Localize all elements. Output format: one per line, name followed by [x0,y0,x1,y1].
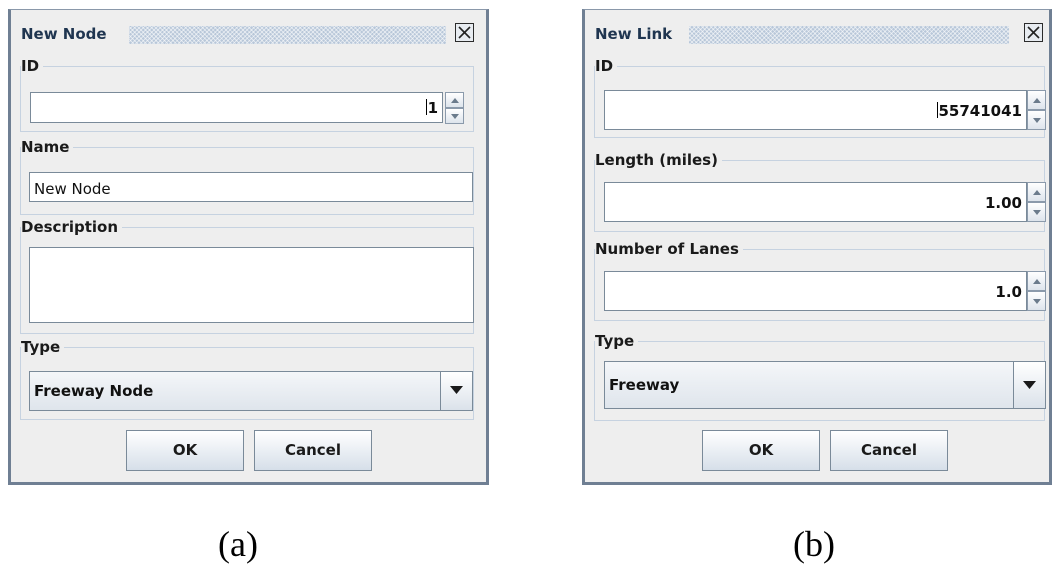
close-icon [458,26,471,39]
spin-up-button[interactable] [445,92,464,108]
triangle-down-icon [450,386,463,394]
chevron-up-icon [1033,190,1041,195]
lanes-value: 1.0 [995,283,1022,301]
spin-up-button[interactable] [1027,90,1046,110]
description-group: Description [20,217,474,334]
dialog-title: New Link [595,25,673,43]
spin-up-button[interactable] [1027,271,1046,291]
close-button[interactable] [455,23,474,42]
id-spinner-buttons [445,92,464,124]
name-value: New Node [34,180,111,198]
caption-b: (b) [793,524,835,564]
type-selected-value: Freeway Node [34,382,154,400]
description-label: Description [21,217,123,237]
spin-down-button[interactable] [445,108,464,124]
type-group: Type Freeway [594,331,1046,421]
spin-up-button[interactable] [1027,182,1046,202]
text-caret [936,102,938,118]
spin-down-button[interactable] [1027,291,1046,311]
length-value: 1.00 [984,194,1022,212]
spin-down-button[interactable] [1027,110,1046,130]
chevron-down-icon [451,114,459,119]
ok-button[interactable]: OK [702,430,820,471]
type-dropdown[interactable]: Freeway Node [29,371,473,411]
id-spinner-buttons [1027,90,1046,130]
lanes-group: Number of Lanes 1.0 [594,239,1046,321]
dropdown-arrow-button[interactable] [1013,362,1045,408]
name-label: Name [21,137,74,157]
chevron-down-icon [1033,210,1041,215]
lanes-label: Number of Lanes [595,239,743,259]
text-caret [425,99,427,115]
length-spinner-buttons [1027,182,1046,222]
id-label: ID [595,56,618,76]
id-value: 55741041 [938,102,1023,120]
length-spinner-input[interactable]: 1.00 [604,182,1027,222]
chevron-up-icon [451,98,459,103]
description-textarea[interactable] [29,247,474,323]
new-link-dialog: New Link ID 55741041 Length (miles) 1.00 [582,9,1052,485]
close-icon [1027,26,1040,39]
length-group: Length (miles) 1.00 [594,150,1046,232]
length-label: Length (miles) [595,150,722,170]
dialog-title: New Node [21,25,107,43]
id-spinner-input[interactable]: 1 [30,92,443,123]
name-input[interactable]: New Node [29,172,473,202]
id-spinner-input[interactable]: 55741041 [604,90,1027,130]
id-value: 1 [427,99,438,117]
title-bar[interactable]: New Node [11,10,486,54]
type-label: Type [21,337,65,357]
spin-down-button[interactable] [1027,202,1046,222]
title-bar-grip [689,26,1009,44]
id-label: ID [21,56,44,76]
ok-button[interactable]: OK [126,430,244,471]
new-node-dialog: New Node ID 1 Name New Node Description … [8,9,489,485]
lanes-spinner-input[interactable]: 1.0 [604,271,1027,311]
type-label: Type [595,331,639,351]
chevron-down-icon [1033,299,1041,304]
cancel-button[interactable]: Cancel [254,430,372,471]
title-bar[interactable]: New Link [585,10,1049,54]
caption-a: (a) [218,524,258,564]
chevron-up-icon [1033,279,1041,284]
cancel-button[interactable]: Cancel [830,430,948,471]
id-group: ID 1 [20,56,474,132]
triangle-down-icon [1023,381,1036,389]
type-dropdown[interactable]: Freeway [604,361,1046,409]
id-group: ID 55741041 [594,56,1046,138]
close-button[interactable] [1024,23,1043,42]
id-value-wrap: 1 [425,99,438,117]
chevron-down-icon [1033,118,1041,123]
title-bar-grip [129,26,446,44]
dropdown-arrow-button[interactable] [440,372,472,410]
chevron-up-icon [1033,98,1041,103]
id-value-wrap: 55741041 [936,102,1023,120]
type-selected-value: Freeway [609,376,680,394]
name-group: Name New Node [20,137,474,215]
type-group: Type Freeway Node [20,337,474,420]
lanes-spinner-buttons [1027,271,1046,311]
